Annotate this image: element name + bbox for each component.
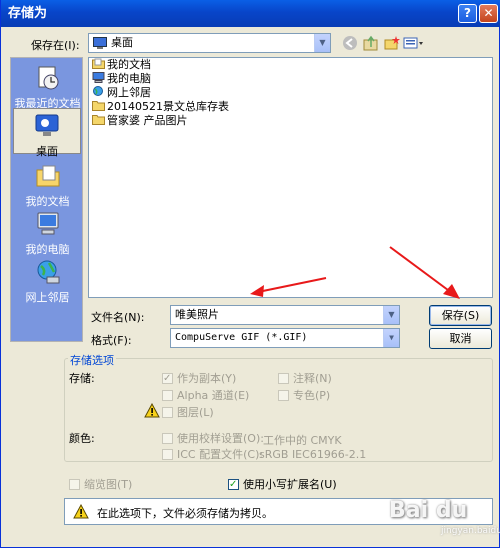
baidu-watermark: Bai du [389, 498, 468, 523]
network-places-icon [37, 260, 59, 284]
format-value: CompuServe GIF (*.GIF) [175, 332, 308, 343]
up-folder-icon[interactable] [362, 35, 380, 51]
file-name: 我的文档 [107, 58, 151, 71]
icc-label: ICC 配置文件(C): [177, 448, 264, 461]
icc-value: sRGB IEC61966-2.1 [259, 448, 367, 461]
as-copy-checkbox[interactable]: 作为副本(Y) [162, 372, 236, 385]
format-dropdown[interactable]: CompuServe GIF (*.GIF) ▼ [170, 328, 400, 348]
lowercase-ext-checkbox[interactable]: 使用小写扩展名(U) [228, 478, 337, 491]
warning-icon [144, 403, 160, 418]
folder-documents-icon [92, 58, 105, 69]
place-my-computer[interactable]: 我的电脑 [11, 210, 84, 257]
desktop-icon [35, 114, 59, 136]
icc-checkbox[interactable]: ICC 配置文件(C): [162, 448, 263, 461]
thumbnail-label: 缩览图(T) [84, 478, 133, 491]
chevron-down-icon: ▼ [383, 329, 399, 347]
annotation-arrow-down [389, 246, 460, 299]
save-in-label: 保存在(I): [31, 39, 80, 52]
filename-label: 文件名(N): [91, 311, 145, 324]
place-my-computer-label: 我的电脑 [25, 243, 70, 256]
desktop-small-icon [93, 37, 107, 49]
new-folder-icon[interactable] [383, 35, 401, 51]
layers-checkbox[interactable]: 图层(L) [162, 406, 214, 419]
file-name: 我的电脑 [107, 72, 151, 85]
place-desktop-label: 桌面 [36, 145, 58, 158]
folder-icon [92, 115, 105, 125]
place-desktop[interactable]: 桌面 [13, 108, 81, 158]
help-button[interactable]: ? [458, 4, 477, 23]
as-copy-label: 作为副本(Y) [177, 372, 237, 385]
my-documents-icon [36, 165, 59, 187]
save-in-dropdown[interactable]: 桌面 ▼ [88, 33, 331, 53]
save-in-value: 桌面 [111, 36, 133, 49]
layers-label: 图层(L) [177, 406, 214, 419]
baidu-watermark-url: jingyan.baidu.com [441, 526, 500, 536]
use-proof-label: 使用校样设置(O): [177, 432, 264, 445]
format-label: 格式(F): [91, 334, 132, 347]
spot-label: 专色(P) [293, 389, 331, 402]
cancel-button[interactable]: 取消 [429, 328, 492, 349]
list-item[interactable]: 我的电脑 [92, 72, 151, 86]
title-bar: 存储为 [1, 0, 500, 27]
views-menu-icon[interactable] [403, 35, 425, 51]
color-label: 颜色: [69, 432, 95, 445]
alpha-checkbox[interactable]: Alpha 通道(E) [162, 389, 249, 402]
place-my-documents-label: 我的文档 [25, 195, 70, 208]
alpha-label: Alpha 通道(E) [177, 389, 250, 402]
notes-checkbox[interactable]: 注释(N) [278, 372, 332, 385]
thumbnail-checkbox[interactable]: 缩览图(T) [69, 478, 132, 491]
recent-documents-icon [38, 66, 58, 90]
network-icon [93, 86, 103, 96]
place-network[interactable]: 网上邻居 [11, 258, 84, 305]
my-computer-icon [37, 212, 58, 235]
back-icon[interactable] [341, 35, 359, 51]
save-options-title: 存储选项 [68, 352, 116, 368]
window-title: 存储为 [8, 6, 48, 21]
list-item[interactable]: 管家婆 产品图片 [92, 114, 188, 128]
filename-value: 唯美照片 [175, 308, 219, 321]
spot-checkbox[interactable]: 专色(P) [278, 389, 330, 402]
list-item[interactable]: 20140521景文总库存表 [92, 100, 229, 114]
list-item[interactable]: 我的文档 [92, 58, 151, 72]
place-my-documents[interactable]: 我的文档 [11, 162, 84, 209]
filename-input[interactable]: 唯美照片 ▼ [170, 305, 400, 325]
places-bar: 我最近的文档 桌面 我的文档 我的电脑 网上邻居 [10, 57, 83, 342]
chevron-down-icon: ▼ [383, 306, 399, 324]
close-button[interactable]: ✕ [479, 4, 498, 23]
place-network-label: 网上邻居 [25, 291, 70, 304]
place-recent[interactable]: 我最近的文档 [11, 64, 84, 111]
file-name: 网上邻居 [107, 86, 151, 99]
list-item[interactable]: 网上邻居 [92, 86, 151, 100]
annotation-arrow-left [250, 277, 327, 297]
save-as-dialog: 存储为 ? ✕ 保存在(I): 桌面 ▼ 我最近的文档 桌面 我的文档 我的电脑… [0, 0, 500, 548]
proof-value: 工作中的 CMYK [263, 434, 342, 447]
use-proof-checkbox[interactable]: 使用校样设置(O): [162, 432, 264, 445]
warning-text: 在此选项下，文件必须存储为拷贝。 [97, 507, 273, 520]
store-label: 存储: [69, 372, 95, 385]
folder-icon [92, 101, 105, 111]
file-name: 20140521景文总库存表 [107, 100, 229, 113]
warning-icon [73, 504, 89, 519]
lowercase-ext-label: 使用小写扩展名(U) [243, 478, 337, 491]
save-button[interactable]: 保存(S) [429, 305, 492, 326]
file-name: 管家婆 产品图片 [107, 114, 188, 127]
chevron-down-icon: ▼ [314, 34, 330, 52]
computer-icon [92, 72, 105, 83]
notes-label: 注释(N) [293, 372, 332, 385]
